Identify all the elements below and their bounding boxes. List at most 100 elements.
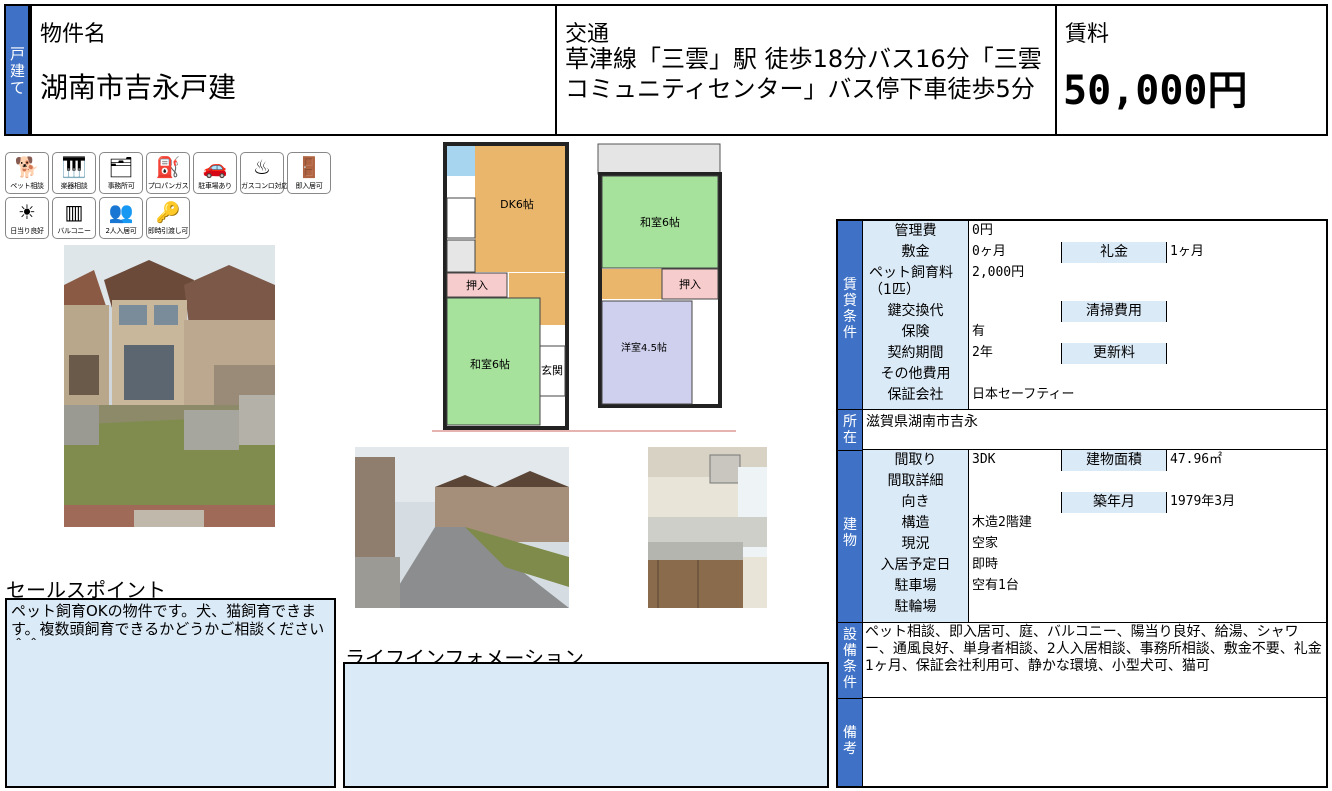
move-in-label: 入居予定日: [863, 555, 969, 576]
table-row-guarantor: 保証会社 日本セーフティー: [863, 385, 1326, 409]
icon-label: 駐車場あり: [198, 182, 232, 190]
move-in-value: 即時: [969, 555, 1326, 576]
facilities-value: ペット相談、即入居可、庭、バルコニー、陽当り良好、給湯、シャワー、通風良好、単身…: [863, 622, 1326, 698]
table-row-contract: 契約期間 2年 更新料: [863, 343, 1326, 364]
mgmt-value: 0円: [969, 221, 1326, 242]
table-row-pet: ペット飼育料（1匹） 2,000円: [863, 263, 1326, 301]
key-label: 鍵交換代: [863, 301, 969, 322]
layout-detail-label: 間取詳細: [863, 471, 969, 492]
key-value: [969, 301, 1062, 322]
floorplan-room-closet2: 押入: [679, 277, 701, 291]
floorplan-room-dk: DK6帖: [500, 198, 534, 211]
parking-glyph: 🚗: [202, 155, 228, 179]
rent-cell: 賃料 50,000円: [1055, 4, 1328, 136]
key-label2: 清掃費用: [1062, 301, 1167, 322]
pet-value: 2,000円: [969, 263, 1326, 301]
life-info-text: [345, 664, 827, 668]
direction-value2: 1979年3月: [1167, 492, 1326, 513]
floorplan-room-washitsu1: 和室6帖: [470, 357, 510, 371]
table-row-structure: 構造 木造2階建: [863, 513, 1326, 534]
floorplan-room-genkan: 玄関: [541, 363, 563, 377]
icon-label: ペット相談: [10, 182, 44, 190]
deposit-value: 0ヶ月: [969, 242, 1062, 263]
rent-value: 50,000円: [1063, 68, 1248, 114]
layout-label2: 建物面積: [1062, 450, 1167, 471]
icon-label: 日当り良好: [10, 227, 44, 235]
access-value: 草津線「三雲」駅 徒歩18分バス16分「三雲コミュニティセンター」バス停下車徒歩…: [565, 45, 1042, 103]
other-label: その他費用: [863, 364, 969, 385]
sales-point-box: ペット飼育OKの物件です。犬、猫飼育できます。複数頭飼育できるかどうかご相談くだ…: [5, 598, 336, 788]
building-tag: 建物: [838, 450, 863, 622]
location-value: 滋賀県湖南市吉永: [863, 409, 1326, 450]
pet-consult-glyph: 🐕: [14, 155, 40, 179]
direction-label2: 築年月: [1062, 492, 1167, 513]
exterior-photo[interactable]: [64, 245, 275, 527]
table-row-insurance: 保険有: [863, 322, 1326, 343]
other-value: [969, 364, 1326, 385]
rent-label: 賃料: [1065, 22, 1110, 47]
direction-label: 向き: [863, 492, 969, 513]
sunny-icon: ☀ 日当り良好: [5, 197, 49, 239]
key-handover-glyph: 🔑: [155, 200, 181, 224]
table-row-direction: 向き 築年月 1979年3月: [863, 492, 1326, 513]
sunny-glyph: ☀: [18, 200, 36, 224]
icon-label: 事務所可: [107, 182, 135, 190]
remarks-value: [863, 698, 1326, 786]
deposit-label: 敷金: [863, 242, 969, 263]
property-name-value: 湖南市吉永戸建: [40, 71, 237, 104]
table-row-layout-detail: 間取詳細: [863, 471, 1326, 492]
location-value-text: 滋賀県湖南市吉永: [866, 414, 978, 430]
two-person-icon: 👥 2人入居可: [99, 197, 143, 239]
property-name-label: 物件名: [40, 22, 107, 47]
kitchen-photo[interactable]: [648, 447, 767, 608]
floorplan-room-youshitsu: 洋室4.5帖: [621, 341, 667, 354]
table-row-deposit: 敷金 0ヶ月 礼金 1ヶ月: [863, 242, 1326, 263]
contract-value: 2年: [969, 343, 1062, 364]
immediate-move-in-icon: 🚪 即入居可: [287, 152, 331, 194]
deposit-label2: 礼金: [1062, 242, 1167, 263]
access-cell: 交通 草津線「三雲」駅 徒歩18分バス16分「三雲コミュニティセンター」バス停下…: [555, 4, 1057, 136]
contract-label2: 更新料: [1062, 343, 1167, 364]
two-person-glyph: 👥: [108, 200, 134, 224]
structure-value: 木造2階建: [969, 513, 1326, 534]
propane-gas-icon: ⛽ プロパンガス: [146, 152, 190, 194]
contract-label: 契約期間: [863, 343, 969, 364]
instrument-consult-icon: 🎹 楽器相談: [52, 152, 96, 194]
floorplan-room-closet1: 押入: [466, 278, 488, 292]
structure-label: 構造: [863, 513, 969, 534]
facilities-tag: 設備条件: [838, 622, 863, 698]
rental-conditions-tag: 賃貸条件: [838, 221, 863, 409]
table-row-parking: 駐車場 空有1台: [863, 576, 1326, 597]
immediate-move-in-glyph: 🚪: [296, 155, 322, 179]
insurance-value: 有: [969, 322, 1326, 343]
street-photo[interactable]: [355, 447, 569, 608]
status-value: 空家: [969, 534, 1326, 555]
layout-value2: 47.96㎡: [1167, 450, 1326, 471]
icon-label: ガスコンロ対応: [241, 182, 288, 190]
icon-label: 即時引渡し可: [147, 227, 189, 235]
pet-label: ペット飼育料（1匹）: [863, 263, 969, 301]
layout-value: 3DK: [969, 450, 1062, 471]
gas-stove-icon: ♨ ガスコンロ対応: [240, 152, 288, 194]
table-row-bike: 駐輪場: [863, 597, 1326, 622]
table-row-mgmt: 管理費 0円: [863, 221, 1326, 242]
icon-label: バルコニー: [57, 227, 91, 235]
guarantor-label: 保証会社: [863, 385, 969, 409]
bike-label: 駐輪場: [863, 597, 969, 622]
instrument-consult-glyph: 🎹: [61, 155, 87, 179]
icon-label: 2人入居可: [105, 227, 137, 235]
balcony-glyph: ▥: [64, 200, 84, 224]
remarks-tag: 備考: [838, 698, 863, 786]
direction-value: [969, 492, 1062, 513]
office-ok-glyph: 🗂: [108, 155, 134, 179]
balcony-icon: ▥ バルコニー: [52, 197, 96, 239]
floor-plan[interactable]: DK6帖 押入 和室6帖 玄関 和室6帖 押入 洋室4.5帖: [432, 136, 736, 432]
gas-stove-glyph: ♨: [253, 155, 271, 179]
layout-label: 間取り: [863, 450, 969, 471]
parking-label: 駐車場: [863, 576, 969, 597]
icon-label: 楽器相談: [60, 182, 88, 190]
office-ok-icon: 🗂 事務所可: [99, 152, 143, 194]
key-handover-icon: 🔑 即時引渡し可: [146, 197, 190, 239]
parking-icon: 🚗 駐車場あり: [193, 152, 237, 194]
bike-value: [969, 597, 1326, 622]
